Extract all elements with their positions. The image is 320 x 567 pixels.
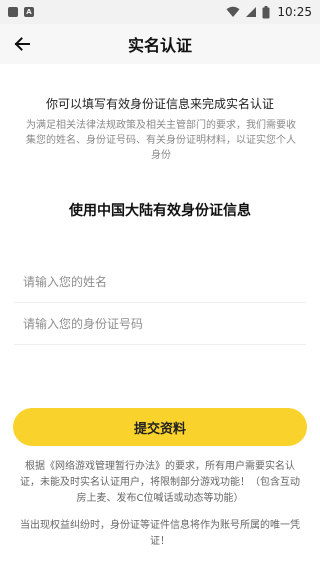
name-field — [14, 261, 306, 303]
notification-icon — [8, 7, 18, 17]
app-icon-a: A — [24, 7, 34, 17]
back-button[interactable] — [10, 32, 34, 56]
id-number-input[interactable] — [23, 316, 306, 331]
status-right-icons: 10:25 — [226, 5, 312, 19]
id-number-field — [14, 303, 306, 345]
status-bar: A 10:25 — [0, 0, 320, 24]
status-left-icons: A — [8, 7, 34, 17]
intro-title: 你可以填写有效身份证信息来完成实名认证 — [45, 97, 274, 111]
status-time: 10:25 — [277, 5, 312, 19]
battery-icon — [262, 5, 270, 18]
arrow-left-icon — [14, 37, 30, 51]
name-input[interactable] — [23, 274, 306, 289]
dispute-notice: 当出现权益纠纷时，身份证等证件信息将作为账号所属的唯一凭证！ — [20, 520, 300, 547]
page-title: 实名认证 — [127, 36, 192, 55]
wifi-icon — [226, 6, 240, 17]
app-bar: 实名认证 — [0, 24, 320, 64]
submit-button[interactable]: 提交资料 — [13, 408, 307, 446]
intro-description: 为满足相关法律法规政策及相关主管部门的要求，我们需要收集您的姓名、身份证号码、有… — [26, 120, 296, 161]
regulation-notice: 根据《网络游戏管理暂行办法》的要求，所有用户需要实名认证，未能及时实名认证用户，… — [20, 461, 300, 504]
cellular-signal-icon — [246, 7, 257, 17]
section-title: 使用中国大陆有效身份证信息 — [69, 203, 251, 219]
